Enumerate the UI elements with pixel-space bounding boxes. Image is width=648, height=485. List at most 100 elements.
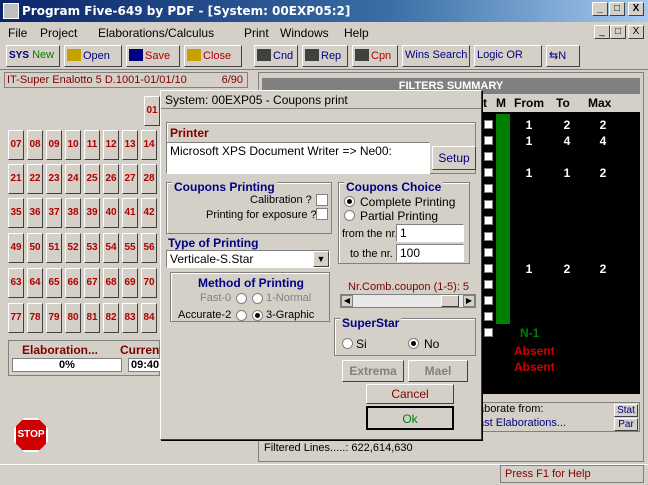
number-cell[interactable]: 54 — [103, 233, 119, 263]
lottery-combo[interactable]: IT-Super Enalotto 5 D.1001-01/01/10 6/90 — [4, 72, 248, 88]
number-cell[interactable]: 78 — [27, 303, 43, 333]
number-cell[interactable]: 81 — [84, 303, 100, 333]
filter-checkbox[interactable] — [484, 312, 493, 321]
number-cell[interactable]: 65 — [46, 268, 62, 298]
number-cell[interactable]: 14 — [141, 130, 157, 160]
printer-field[interactable]: Microsoft XPS Document Writer => Ne00: — [166, 142, 430, 174]
scroll-right-icon[interactable]: ▶ — [463, 295, 475, 307]
type-printing-select[interactable]: Verticale-S.Star ▼ — [166, 250, 330, 268]
number-cell[interactable]: 35 — [8, 198, 24, 228]
number-cell[interactable]: 09 — [46, 130, 62, 160]
number-cell[interactable]: 82 — [103, 303, 119, 333]
number-cell[interactable]: 63 — [8, 268, 24, 298]
filter-checkbox[interactable] — [484, 296, 493, 305]
nrcomb-scrollbar[interactable]: ◀ ▶ — [340, 294, 476, 308]
number-cell[interactable]: 08 — [27, 130, 43, 160]
number-cell[interactable]: 84 — [141, 303, 157, 333]
number-cell[interactable]: 79 — [46, 303, 62, 333]
menu-elaborations[interactable]: Elaborations/Calculus — [98, 26, 214, 40]
complete-radio[interactable] — [344, 196, 355, 207]
stop-button[interactable]: STOP — [14, 418, 48, 452]
number-cell[interactable]: 69 — [122, 268, 138, 298]
filter-checkbox[interactable] — [484, 248, 493, 257]
menu-file[interactable]: File — [8, 26, 27, 40]
number-cell[interactable]: 36 — [27, 198, 43, 228]
cnd-button[interactable]: Cnd — [254, 45, 298, 67]
filter-checkbox[interactable] — [484, 184, 493, 193]
number-cell[interactable]: 21 — [8, 164, 24, 194]
filter-checkbox[interactable] — [484, 232, 493, 241]
number-cell[interactable]: 12 — [103, 130, 119, 160]
mdi-minimize-button[interactable]: _ — [594, 25, 610, 39]
number-cell[interactable]: 37 — [46, 198, 62, 228]
par-button[interactable]: Par — [614, 418, 638, 431]
number-cell[interactable]: 38 — [65, 198, 81, 228]
mdi-restore-button[interactable]: □ — [610, 25, 626, 39]
exposure-checkbox[interactable] — [316, 208, 328, 220]
close-window-button[interactable]: X — [628, 2, 644, 16]
number-cell[interactable]: 07 — [8, 130, 24, 160]
number-cell[interactable]: 22 — [27, 164, 43, 194]
number-cell[interactable]: 77 — [8, 303, 24, 333]
number-cell[interactable]: 10 — [65, 130, 81, 160]
new-button[interactable]: SYS New — [6, 45, 60, 67]
filter-checkbox[interactable] — [484, 216, 493, 225]
ok-button[interactable]: Ok — [366, 406, 454, 430]
rep-button[interactable]: Rep — [302, 45, 348, 67]
number-cell[interactable]: 56 — [141, 233, 157, 263]
number-cell[interactable]: 68 — [103, 268, 119, 298]
app-icon[interactable] — [3, 3, 19, 19]
menu-print[interactable]: Print — [244, 26, 269, 40]
filter-checkbox[interactable] — [484, 152, 493, 161]
partial-radio[interactable] — [344, 210, 355, 221]
save-button[interactable]: Save — [126, 45, 180, 67]
filter-checkbox[interactable] — [484, 264, 493, 273]
to-input[interactable]: 100 — [396, 244, 464, 262]
number-cell[interactable]: 01 — [144, 96, 160, 126]
fast-radio[interactable] — [236, 293, 247, 304]
minimize-button[interactable]: _ — [592, 2, 608, 16]
scroll-thumb[interactable] — [441, 295, 459, 307]
number-cell[interactable]: 11 — [84, 130, 100, 160]
number-cell[interactable]: 51 — [46, 233, 62, 263]
mael-button[interactable]: Mael — [408, 360, 468, 382]
filter-checkbox[interactable] — [484, 280, 493, 289]
number-cell[interactable]: 52 — [65, 233, 81, 263]
number-cell[interactable]: 53 — [84, 233, 100, 263]
number-cell[interactable]: 24 — [65, 164, 81, 194]
mdi-close-button[interactable]: X — [628, 25, 644, 39]
extrema-button[interactable]: Extrema — [342, 360, 404, 382]
number-cell[interactable]: 42 — [141, 198, 157, 228]
number-cell[interactable]: 25 — [84, 164, 100, 194]
number-cell[interactable]: 80 — [65, 303, 81, 333]
number-cell[interactable]: 26 — [103, 164, 119, 194]
number-cell[interactable]: 27 — [122, 164, 138, 194]
accurate-radio[interactable] — [236, 310, 247, 321]
last-elaborations-link[interactable]: ast Elaborations... — [478, 417, 566, 429]
close-button[interactable]: Close — [184, 45, 242, 67]
graphic-radio[interactable] — [252, 310, 263, 321]
chevron-down-icon[interactable]: ▼ — [313, 251, 329, 267]
si-radio[interactable] — [342, 338, 353, 349]
number-cell[interactable]: 83 — [122, 303, 138, 333]
number-cell[interactable]: 55 — [122, 233, 138, 263]
from-input[interactable]: 1 — [396, 224, 464, 242]
number-cell[interactable]: 23 — [46, 164, 62, 194]
number-cell[interactable]: 13 — [122, 130, 138, 160]
setup-button[interactable]: Setup — [432, 146, 476, 170]
no-radio[interactable] — [408, 338, 419, 349]
number-cell[interactable]: 67 — [84, 268, 100, 298]
cpn-button[interactable]: Cpn — [352, 45, 398, 67]
cancel-button[interactable]: Cancel — [366, 384, 454, 404]
logic-or-button[interactable]: Logic OR — [474, 45, 542, 67]
menu-project[interactable]: Project — [40, 26, 77, 40]
number-cell[interactable]: 40 — [103, 198, 119, 228]
number-cell[interactable]: 28 — [141, 164, 157, 194]
normal-radio[interactable] — [252, 293, 263, 304]
number-cell[interactable]: 50 — [27, 233, 43, 263]
menu-windows[interactable]: Windows — [280, 26, 329, 40]
open-button[interactable]: Open — [64, 45, 122, 67]
number-cell[interactable]: 66 — [65, 268, 81, 298]
n-button[interactable]: ⇆N — [546, 45, 580, 67]
maximize-button[interactable]: □ — [609, 2, 625, 16]
